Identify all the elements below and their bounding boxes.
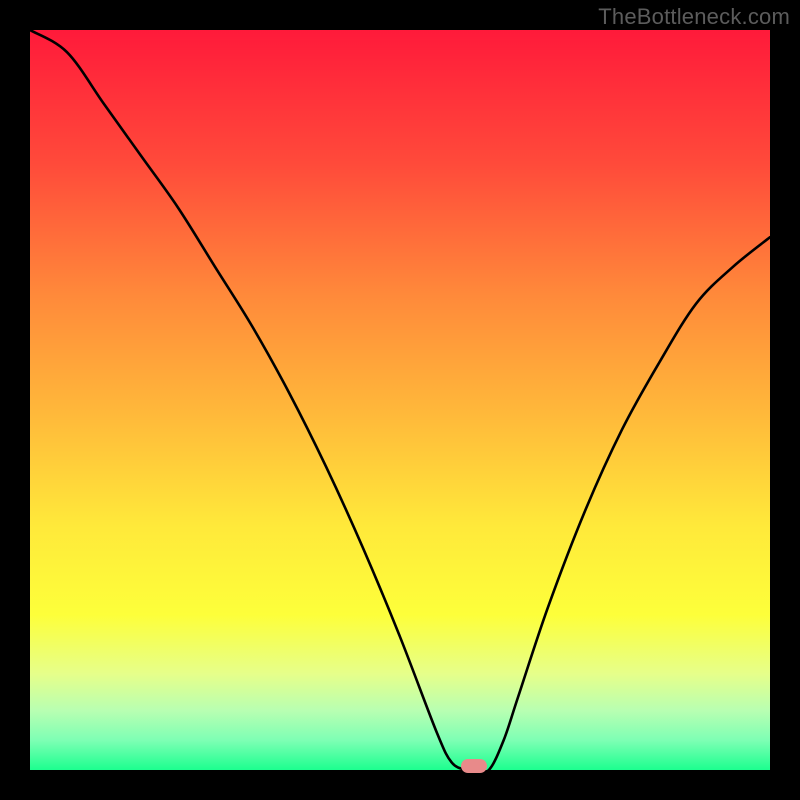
min-marker bbox=[461, 759, 487, 773]
chart-container: TheBottleneck.com bbox=[0, 0, 800, 800]
plot-area bbox=[30, 30, 770, 770]
bottleneck-curve bbox=[30, 30, 770, 770]
attribution-label: TheBottleneck.com bbox=[598, 4, 790, 30]
